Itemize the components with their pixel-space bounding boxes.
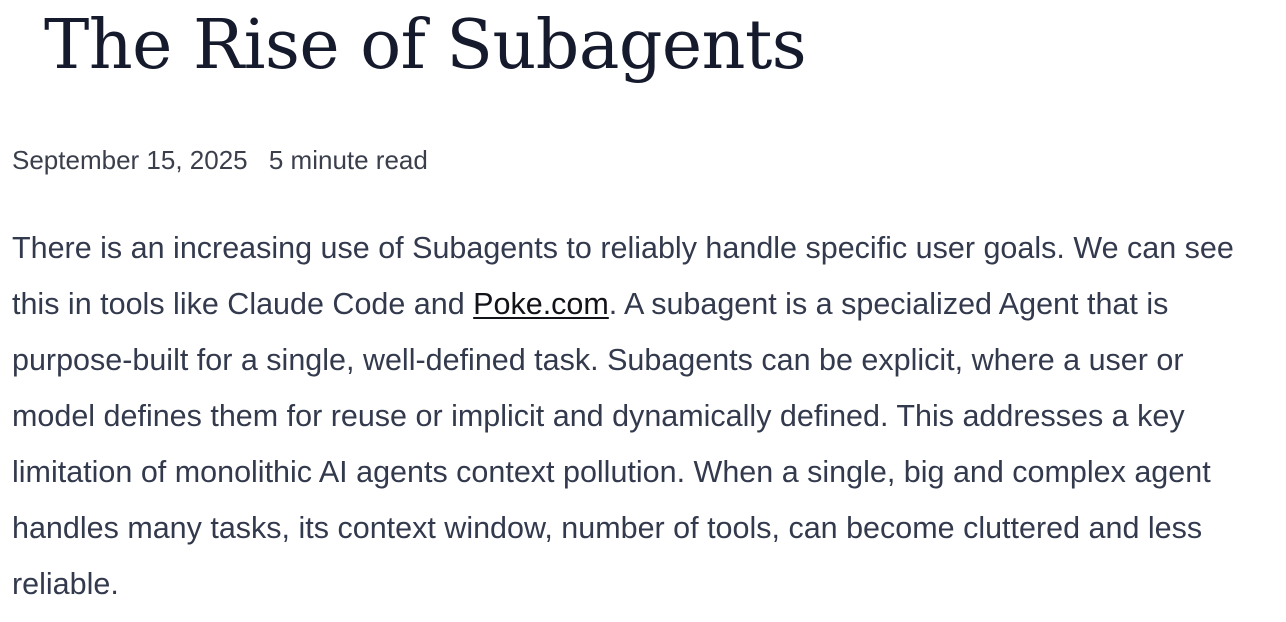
read-time: 5 minute read [268, 145, 428, 175]
poke-link[interactable]: Poke.com [473, 287, 609, 321]
intro-paragraph: There is an increasing use of Subagents … [12, 220, 1274, 612]
publish-date: September 15, 2025 [12, 145, 248, 175]
page-title: The Rise of Subagents [44, 6, 807, 85]
article-meta: September 15, 2025 5 minute read [12, 142, 428, 178]
paragraph-text-after-link: . A subagent is a specialized Agent that… [12, 287, 1211, 601]
article: The Rise of Subagents September 15, 2025… [0, 0, 1286, 622]
